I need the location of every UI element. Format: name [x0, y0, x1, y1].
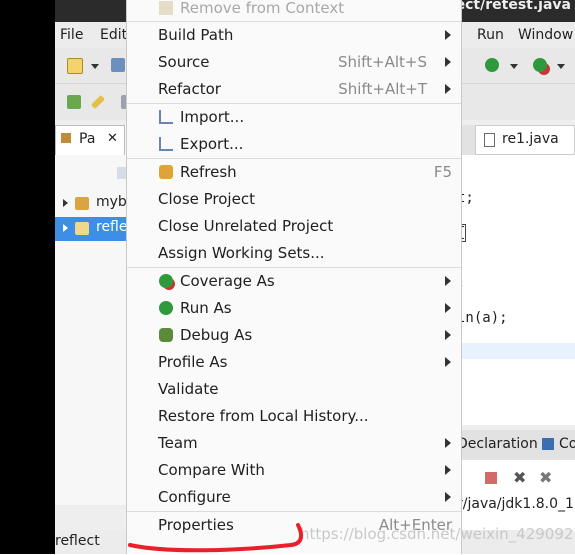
run-icon[interactable]	[485, 58, 499, 72]
toggle-icon[interactable]	[67, 95, 81, 109]
debug-icon	[159, 328, 173, 342]
submenu-arrow-icon	[445, 57, 451, 67]
menu-item-assign-working-sets[interactable]: Assign Working Sets...	[127, 240, 461, 267]
menu-item-validate[interactable]: Validate	[127, 376, 461, 403]
menu-item-close-unrelated-project[interactable]: Close Unrelated Project	[127, 213, 461, 240]
submenu-arrow-icon	[445, 492, 451, 502]
desktop-margin	[0, 0, 55, 554]
menu-item-refresh[interactable]: Refresh F5	[127, 159, 461, 186]
menu-item-refactor[interactable]: Refactor Shift+Alt+T	[127, 76, 461, 103]
package-explorer: Pa ✕ myba refle	[55, 125, 135, 505]
import-icon	[159, 110, 173, 124]
menu-item-profile-as[interactable]: Profile As	[127, 349, 461, 376]
watermark: https://blog.csdn.net/weixin_42909272	[300, 525, 575, 543]
menu-item-coverage-as[interactable]: Coverage As	[127, 268, 461, 295]
chevron-right-icon[interactable]	[63, 224, 68, 232]
console-icon	[542, 438, 554, 450]
console-path: r/java/jdk1.8.0_1	[457, 496, 574, 512]
remove-all-icon[interactable]: ✖	[539, 468, 552, 487]
menu-edit[interactable]: Edit	[100, 27, 127, 43]
editor-tab[interactable]: re1.java	[475, 125, 575, 155]
refresh-icon	[159, 165, 173, 179]
menu-item-export[interactable]: Export...	[127, 131, 461, 158]
close-icon[interactable]: ✕	[107, 131, 118, 146]
status-text: reflect	[55, 533, 100, 549]
submenu-arrow-icon	[445, 84, 451, 94]
submenu-arrow-icon	[445, 30, 451, 40]
menu-run[interactable]: Run	[477, 27, 504, 43]
run-external-icon[interactable]	[533, 58, 547, 72]
tab-console[interactable]: Co	[559, 436, 575, 452]
coverage-icon	[159, 274, 173, 288]
menu-item-configure[interactable]: Configure	[127, 484, 461, 511]
menu-item-run-as[interactable]: Run As	[127, 295, 461, 322]
run-icon	[159, 301, 173, 315]
package-icon	[61, 133, 71, 143]
tree-item-label: refle	[96, 219, 128, 235]
chevron-down-icon[interactable]	[510, 64, 518, 69]
current-line-highlight	[457, 343, 575, 359]
save-icon[interactable]	[111, 58, 125, 72]
tab-label: Pa	[79, 131, 96, 147]
chevron-down-icon[interactable]	[91, 64, 99, 69]
menu-item-build-path[interactable]: Build Path	[127, 22, 461, 49]
menu-item-remove-from-context[interactable]: Remove from Context	[127, 0, 461, 22]
submenu-arrow-icon	[445, 330, 451, 340]
submenu-arrow-icon	[445, 303, 451, 313]
red-annotation-underline	[128, 523, 304, 553]
pencil-icon[interactable]	[90, 94, 106, 110]
tree-item[interactable]: myba	[55, 193, 135, 215]
chevron-right-icon[interactable]	[63, 199, 68, 207]
new-icon[interactable]	[67, 58, 83, 74]
terminate-icon[interactable]	[485, 472, 497, 484]
menu-window[interactable]: Window	[518, 27, 573, 43]
menu-item-team[interactable]: Team	[127, 430, 461, 457]
context-menu: Remove from Context Build Path Source Sh…	[126, 0, 462, 554]
chevron-down-icon[interactable]	[557, 64, 565, 69]
menu-file[interactable]: File	[60, 27, 83, 43]
code-fragment: ln(a);	[457, 310, 508, 326]
export-icon	[159, 137, 173, 151]
java-file-icon	[484, 133, 495, 147]
menu-item-restore-local-history[interactable]: Restore from Local History...	[127, 403, 461, 430]
editor-tab-label: re1.java	[502, 131, 559, 147]
menu-item-import[interactable]: Import...	[127, 104, 461, 131]
remove-icon[interactable]: ✖	[513, 468, 526, 487]
menu-item-compare-with[interactable]: Compare With	[127, 457, 461, 484]
submenu-arrow-icon	[445, 438, 451, 448]
submenu-arrow-icon	[445, 465, 451, 475]
project-icon	[75, 222, 89, 235]
menu-item-close-project[interactable]: Close Project	[127, 186, 461, 213]
remove-context-icon	[159, 1, 173, 15]
submenu-arrow-icon	[445, 357, 451, 367]
tree-item-selected[interactable]: refle	[55, 217, 128, 241]
submenu-arrow-icon	[445, 276, 451, 286]
menu-item-source[interactable]: Source Shift+Alt+S	[127, 49, 461, 76]
tab-package-explorer[interactable]: Pa ✕	[55, 125, 125, 155]
menu-item-debug-as[interactable]: Debug As	[127, 322, 461, 349]
project-icon	[75, 197, 89, 210]
tab-declaration[interactable]: Declaration	[457, 436, 538, 452]
